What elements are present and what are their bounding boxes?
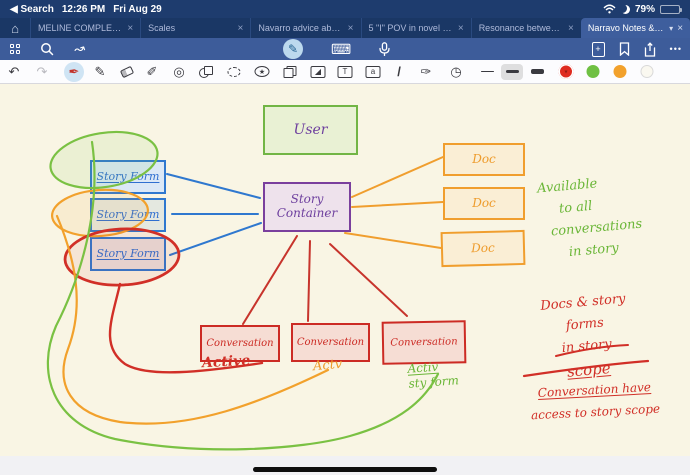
tab-label: Resonance betwee… <box>479 23 564 33</box>
red-connectors <box>243 236 407 324</box>
eraser-icon <box>120 65 134 77</box>
fountain-pen-icon: ✒ <box>69 64 80 80</box>
status-time: 12:26 PM <box>62 4 105 15</box>
do-not-disturb-moon-icon <box>621 5 630 14</box>
share-icon[interactable] <box>644 42 656 57</box>
tab-label: Scales <box>148 23 233 33</box>
bookmark-icon[interactable] <box>619 42 630 56</box>
lasso-tool[interactable] <box>228 67 241 77</box>
pages-tool[interactable] <box>284 66 297 78</box>
search-icon[interactable] <box>40 42 54 56</box>
blue-connectors <box>167 174 261 255</box>
tab-narravo-notes-active[interactable]: Narravo Notes &… ▾ × <box>581 18 690 38</box>
add-page-icon[interactable]: + <box>592 42 605 57</box>
ipad-screen: ◀ Search 12:26 PM Fri Aug 29 79% ⌂ MELIN… <box>0 0 690 475</box>
tab-label: Navarro advice abo… <box>258 23 343 33</box>
color-swatch-green[interactable] <box>587 65 600 78</box>
shapes-tool[interactable] <box>199 66 213 78</box>
orange-connectors <box>345 157 443 248</box>
sticker-star-icon: ★ <box>255 66 270 77</box>
battery-icon <box>660 5 680 14</box>
status-bar: ◀ Search 12:26 PM Fri Aug 29 79% <box>0 0 690 18</box>
more-options-icon[interactable]: ••• <box>670 44 682 54</box>
tab-pov-in-novel[interactable]: 5 "I" POV in novel =… × <box>361 18 471 38</box>
home-indicator[interactable] <box>253 467 437 472</box>
wifi-icon <box>603 4 616 14</box>
undo-button[interactable]: ↶ <box>9 64 20 80</box>
close-tab-icon[interactable]: × <box>238 23 244 34</box>
tab-label: 5 "I" POV in novel =… <box>369 23 454 33</box>
status-date: Fri Aug 29 <box>113 4 162 15</box>
lasso-icon <box>228 67 241 77</box>
chevron-down-icon[interactable]: ▾ <box>669 24 673 33</box>
tape-tool[interactable]: ◎ <box>173 64 184 80</box>
highlight-ellipses <box>46 125 180 288</box>
fountain-pen-tool-selected[interactable]: ✒ <box>64 62 84 82</box>
tab-scales[interactable]: Scales × <box>140 18 250 38</box>
back-to-search-button[interactable]: ◀ Search <box>10 4 54 15</box>
sticker-tool[interactable]: ★ <box>255 66 270 77</box>
red-emphasis-strokes <box>524 345 648 376</box>
eraser-tool[interactable] <box>121 68 133 76</box>
document-nav-bar: ↝ ✎ ⌨ + ••• <box>0 38 690 60</box>
tab-resonance[interactable]: Resonance betwee… × <box>471 18 581 38</box>
note-page-canvas[interactable]: User Story Container Story Form Story Fo… <box>0 84 690 456</box>
ruler-tool[interactable]: / <box>397 64 401 79</box>
tab-label: MELINE COMPLE… <box>38 23 123 33</box>
text-box-icon: T <box>338 66 353 78</box>
close-tab-icon[interactable]: × <box>127 23 133 34</box>
color-swatch-red-selected[interactable]: ▾ <box>559 64 574 79</box>
tab-navarro-advice[interactable]: Navarro advice abo… × <box>250 18 360 38</box>
image-icon: ◢ <box>311 66 326 78</box>
convert-handwriting-icon[interactable]: ↝ <box>72 40 87 59</box>
pencil-tool[interactable]: ✎ <box>95 64 106 80</box>
green-curve-to-active-story-form <box>48 142 438 449</box>
color-swatch-orange[interactable] <box>614 65 627 78</box>
microphone-icon[interactable] <box>379 42 390 57</box>
curved-links <box>48 142 438 449</box>
close-tab-icon[interactable]: × <box>348 23 354 34</box>
close-tab-icon[interactable]: × <box>568 23 574 34</box>
stroke-width-thin[interactable] <box>476 64 498 80</box>
pages-icon <box>284 66 297 78</box>
home-button[interactable]: ⌂ <box>0 18 30 38</box>
close-tab-icon[interactable]: × <box>458 23 464 34</box>
keyboard-icon[interactable]: ⌨ <box>331 41 351 58</box>
redo-button[interactable]: ↷ <box>37 64 48 80</box>
ocr-icon: a <box>366 66 381 78</box>
back-arrow-icon: ◀ <box>10 4 18 15</box>
bottom-strip <box>0 456 690 475</box>
pen-icon: ✎ <box>288 42 298 56</box>
insert-image-tool[interactable]: ◢ <box>311 66 326 78</box>
battery-percent: 79% <box>635 4 655 15</box>
tab-bar: ⌂ MELINE COMPLE… × Scales × Navarro advi… <box>0 18 690 38</box>
red-curve-to-active <box>110 284 262 372</box>
ocr-scan-tool[interactable]: a <box>366 66 381 78</box>
ink-strokes-layer <box>0 84 690 456</box>
stroke-width-thick[interactable] <box>526 64 548 80</box>
close-tab-icon[interactable]: × <box>677 23 683 34</box>
color-swatch-white[interactable] <box>641 65 654 78</box>
pen-mode-button[interactable]: ✎ <box>283 39 303 59</box>
stroke-width-medium-selected[interactable] <box>501 64 523 80</box>
text-box-tool[interactable]: T <box>338 66 353 78</box>
marker-tool[interactable]: ✐ <box>147 64 158 80</box>
tab-meline-complete[interactable]: MELINE COMPLE… × <box>30 18 140 38</box>
shapes-icon <box>199 66 213 78</box>
session-clock-tool[interactable]: ◷ <box>450 64 461 80</box>
drawing-toolbar: ↶ ↷ ✒ ✎ ✐ ◎ ★ ◢ T a / ✑ ◷ ▾ <box>0 60 690 84</box>
sparkle-pen-tool[interactable]: ✑ <box>421 64 432 80</box>
thumbnails-grid-icon[interactable] <box>10 44 20 54</box>
tab-label: Narravo Notes &… <box>588 23 665 33</box>
